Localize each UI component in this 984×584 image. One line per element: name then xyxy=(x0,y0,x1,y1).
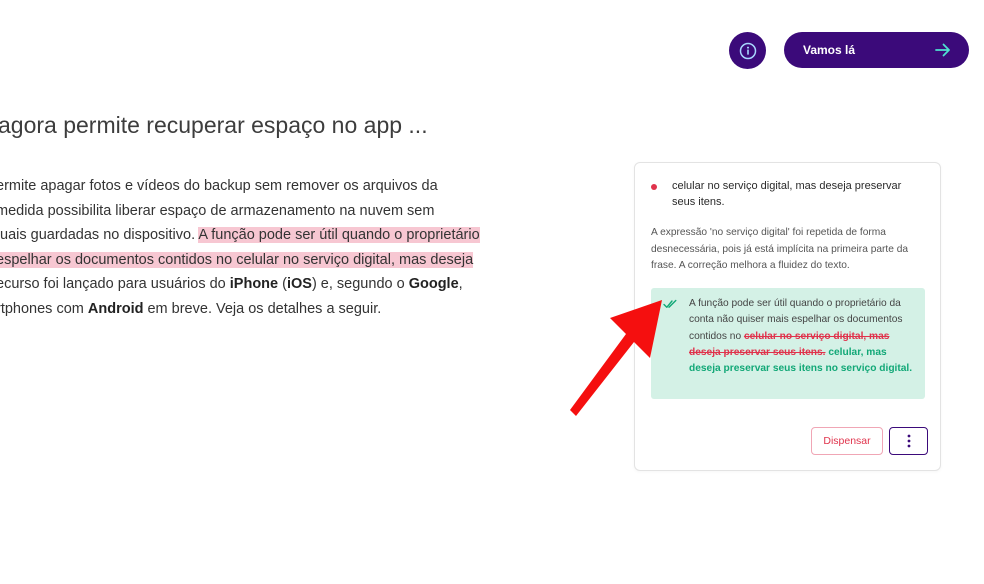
article-title: agora permite recuperar espaço no app ..… xyxy=(0,112,428,138)
red-arrow-icon xyxy=(570,300,662,416)
bold-term: iOS xyxy=(286,276,312,293)
text-segment: ermite apagar fotos e vídeos do backup s… xyxy=(0,178,438,194)
article-line: ermite apagar fotos e vídeos do backup s… xyxy=(0,174,496,199)
suggestion-card: celular no serviço digital, mas deseja p… xyxy=(634,162,941,471)
article-line: tuais guardadas no dispositivo. A função… xyxy=(0,223,496,248)
article-line: medida possibilita liberar espaço de arm… xyxy=(0,199,496,224)
bold-term: Google xyxy=(408,276,459,293)
issue-explanation: A expressão 'no serviço digital' foi rep… xyxy=(651,227,909,271)
more-vertical-icon xyxy=(907,434,910,448)
vamos-la-label: Vamos lá xyxy=(803,43,856,57)
article-line: espelhar os documentos contidos no celul… xyxy=(0,248,496,273)
suggestion-text: A função pode ser útil quando o propriet… xyxy=(689,296,917,377)
highlighted-text[interactable]: espelhar os documentos contidos no celul… xyxy=(0,251,474,268)
info-button[interactable] xyxy=(729,32,766,69)
vamos-la-button[interactable]: Vamos lá xyxy=(784,32,969,68)
text-segment: rtphones com xyxy=(0,300,88,317)
text-segment: medida possibilita liberar espaço de arm… xyxy=(0,202,435,219)
text-segment: ) e, segundo o xyxy=(311,276,409,293)
issue-indicator-dot xyxy=(651,184,657,190)
info-circle-icon xyxy=(739,42,756,59)
more-options-button[interactable] xyxy=(889,427,928,455)
text-segment: ecurso foi lançado para usuários do xyxy=(0,276,230,293)
arrow-right-icon xyxy=(935,43,950,57)
text-segment: em breve. Veja os detalhes a seguir. xyxy=(143,300,382,317)
article-body: ermite apagar fotos e vídeos do backup s… xyxy=(0,174,496,322)
highlighted-text[interactable]: A função pode ser útil quando o propriet… xyxy=(198,227,480,244)
bold-term: Android xyxy=(87,300,144,317)
bold-term: iPhone xyxy=(229,276,279,293)
text-segment: , xyxy=(458,276,463,293)
article-line: rtphones com Android em breve. Veja os d… xyxy=(0,297,496,322)
suggestion-box[interactable]: A função pode ser útil quando o propriet… xyxy=(651,288,925,399)
dismiss-button[interactable]: Dispensar xyxy=(811,427,883,455)
article-line: ecurso foi lançado para usuários do iPho… xyxy=(0,272,496,297)
text-segment: ( xyxy=(278,276,287,293)
issue-title: celular no serviço digital, mas deseja p… xyxy=(672,180,902,208)
text-segment: tuais guardadas no dispositivo. xyxy=(0,227,199,244)
